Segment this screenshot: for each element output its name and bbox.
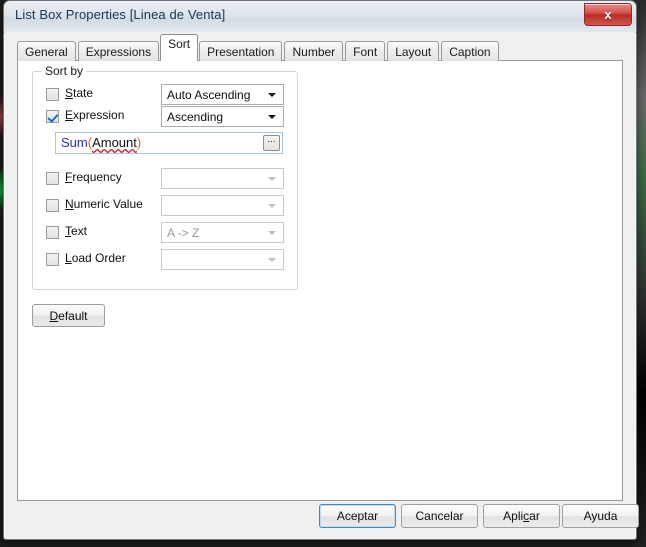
expression-argument: Amount bbox=[92, 135, 137, 150]
label-suffix: ext bbox=[71, 224, 88, 238]
label-suffix: oad Order bbox=[71, 251, 126, 265]
default-button[interactable]: Default bbox=[32, 304, 105, 327]
aceptar-button[interactable]: Aceptar bbox=[319, 504, 396, 528]
sort-row-expression: Expression Ascending bbox=[33, 106, 297, 128]
combo-state[interactable]: Auto Ascending bbox=[161, 84, 284, 105]
label-suffix: tate bbox=[73, 86, 94, 100]
expression-close-paren: ) bbox=[136, 135, 142, 150]
tab-label: General bbox=[25, 44, 68, 59]
checkbox-label-load-order: Load Order bbox=[65, 251, 126, 265]
expression-input[interactable]: Sum(Amount) ... bbox=[55, 132, 283, 154]
sort-row-text: Text A -> Z bbox=[33, 222, 297, 244]
chevron-down-icon bbox=[268, 231, 276, 235]
checkbox-expression[interactable] bbox=[46, 110, 59, 123]
dialog-button-bar: Aceptar Cancelar Apli c ar Ayuda bbox=[5, 498, 639, 538]
tab-label: Sort bbox=[168, 37, 191, 51]
checkbox-load-order[interactable] bbox=[46, 253, 59, 266]
combo-value: A -> Z bbox=[167, 226, 200, 240]
expression-function: Sum bbox=[61, 135, 88, 150]
checkbox-text[interactable] bbox=[46, 226, 59, 239]
combo-value: Ascending bbox=[167, 110, 224, 124]
default-button-label: efault bbox=[58, 308, 88, 323]
tab-label: Caption bbox=[449, 44, 491, 59]
button-label-prefix: Cancelar bbox=[415, 509, 464, 523]
default-button-accelerator: D bbox=[49, 308, 59, 323]
label-accelerator: E bbox=[65, 108, 74, 122]
button-label-suffix: ar bbox=[529, 509, 540, 523]
tab-presentation[interactable]: Presentation bbox=[199, 41, 283, 61]
sort-row-state: State Auto Ascending bbox=[33, 84, 297, 106]
tab-label: Expressions bbox=[85, 44, 152, 59]
chevron-down-icon bbox=[268, 93, 276, 97]
tab-strip: General Expressions Sort Presentation Number… bbox=[17, 34, 501, 61]
combo-expression[interactable]: Ascending bbox=[161, 106, 284, 127]
sort-by-group: Sort by State Auto Ascending Expression Asc… bbox=[32, 64, 298, 290]
aplicar-button[interactable]: Apli c ar bbox=[483, 504, 560, 528]
tab-sort[interactable]: Sort bbox=[160, 34, 199, 61]
properties-dialog: List Box Properties [Linea de Venta] x G… bbox=[3, 0, 639, 540]
dialog-client-area: General Expressions Sort Presentation Number… bbox=[5, 32, 639, 538]
tab-label: Font bbox=[353, 44, 378, 59]
expression-text: Sum(Amount) bbox=[61, 135, 141, 150]
tab-number[interactable]: Number bbox=[284, 41, 344, 61]
sort-row-frequency: Frequency bbox=[33, 168, 297, 190]
checkbox-label-text: Text bbox=[65, 224, 87, 238]
checkbox-numeric-value[interactable] bbox=[46, 199, 59, 212]
checkbox-label-expression: Expression bbox=[65, 108, 124, 122]
window-title: List Box Properties [Linea de Venta] bbox=[15, 7, 226, 22]
label-accelerator: N bbox=[65, 197, 74, 211]
chevron-down-icon bbox=[268, 115, 276, 119]
tab-expressions[interactable]: Expressions bbox=[77, 41, 160, 61]
combo-numeric-value bbox=[161, 195, 284, 216]
combo-frequency bbox=[161, 168, 284, 189]
button-label-prefix: Aceptar bbox=[336, 509, 379, 523]
checkbox-label-frequency: Frequency bbox=[65, 170, 122, 184]
tab-label: Layout bbox=[395, 44, 432, 59]
expression-browse-button[interactable]: ... bbox=[263, 135, 280, 151]
tab-caption[interactable]: Caption bbox=[441, 41, 499, 61]
label-accelerator: L bbox=[65, 251, 72, 265]
chevron-down-icon bbox=[268, 258, 276, 262]
combo-load-order bbox=[161, 249, 284, 270]
tab-general[interactable]: General bbox=[17, 41, 76, 61]
button-label-prefix: Ayuda bbox=[583, 509, 618, 523]
cancelar-button[interactable]: Cancelar bbox=[401, 504, 478, 528]
tab-label: Number bbox=[292, 44, 336, 59]
sort-row-load-order: Load Order bbox=[33, 249, 297, 271]
button-label-prefix: Apli bbox=[503, 509, 524, 523]
combo-value: Auto Ascending bbox=[167, 88, 251, 102]
tab-layout[interactable]: Layout bbox=[387, 41, 440, 61]
checkbox-state[interactable] bbox=[46, 88, 59, 101]
label-accelerator: S bbox=[65, 86, 74, 100]
sort-row-numeric-value: Numeric Value bbox=[33, 195, 297, 217]
sort-by-legend: Sort by bbox=[42, 64, 87, 78]
label-suffix: xpression bbox=[73, 108, 125, 122]
title-bar: List Box Properties [Linea de Venta] x bbox=[4, 1, 636, 33]
checkbox-label-state: State bbox=[65, 86, 93, 100]
combo-text: A -> Z bbox=[161, 222, 284, 243]
tab-page-sort: Sort by State Auto Ascending Expression Asc… bbox=[17, 60, 623, 501]
chevron-down-icon bbox=[268, 177, 276, 181]
label-suffix: requency bbox=[72, 170, 122, 184]
checkbox-frequency[interactable] bbox=[46, 172, 59, 185]
chevron-down-icon bbox=[268, 204, 276, 208]
close-button[interactable]: x bbox=[584, 3, 632, 26]
tab-font[interactable]: Font bbox=[345, 41, 386, 61]
close-icon: x bbox=[604, 7, 612, 22]
ayuda-button[interactable]: Ayuda bbox=[562, 504, 639, 528]
tab-label: Presentation bbox=[207, 44, 275, 59]
checkbox-label-numeric-value: Numeric Value bbox=[65, 197, 143, 211]
label-suffix: umeric Value bbox=[73, 197, 143, 211]
